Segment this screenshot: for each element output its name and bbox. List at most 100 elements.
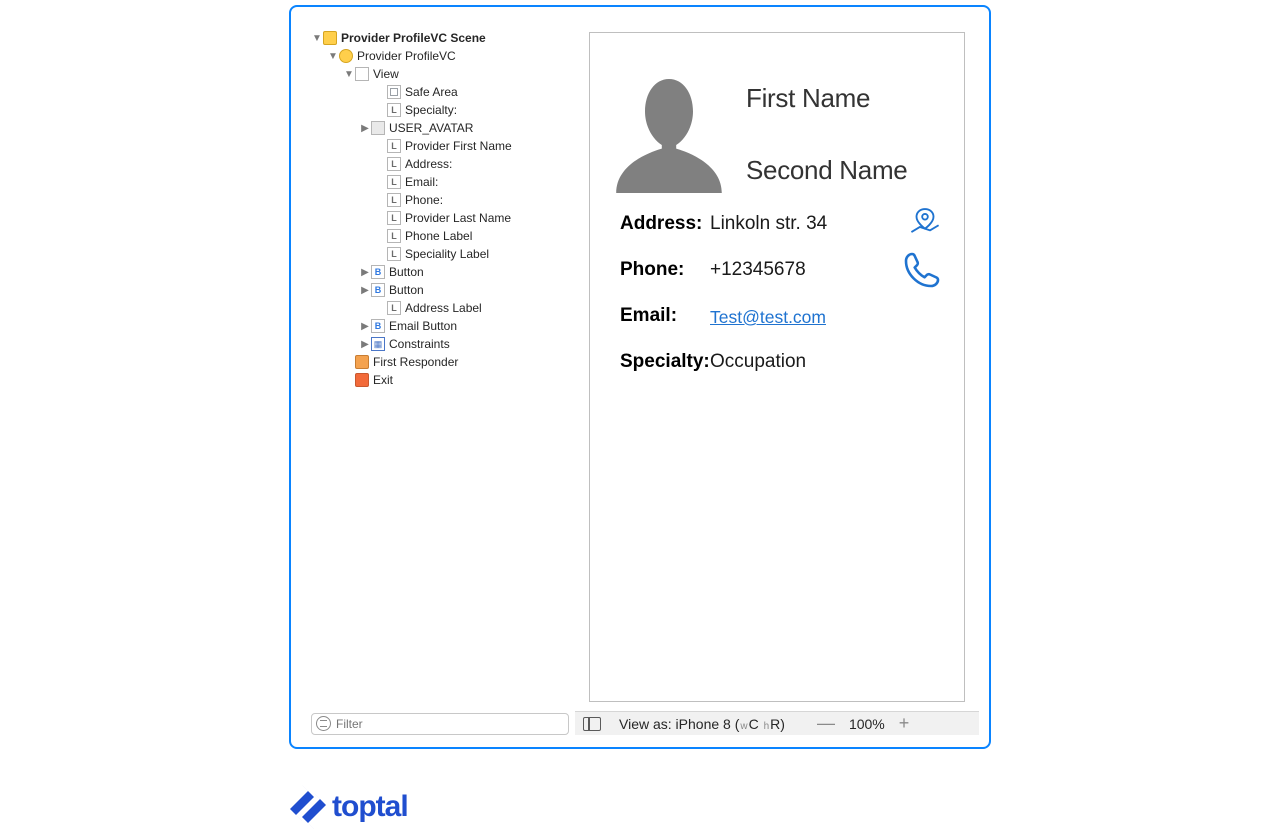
first-name-label: First Name — [746, 83, 870, 114]
outline-label: Button — [389, 265, 424, 279]
disclosure-triangle-icon[interactable]: ▶ — [359, 339, 371, 350]
zoom-in-button[interactable]: + — [885, 713, 924, 734]
ib-canvas-scene[interactable]: First Name Second Name Address: Linkoln … — [589, 32, 965, 702]
outline-item-email[interactable]: L Email: — [311, 173, 573, 191]
document-outline[interactable]: ▼ Provider ProfileVC Scene ▼ Provider Pr… — [311, 29, 573, 707]
uilabel-icon: L — [387, 301, 401, 315]
uilabel-icon: L — [387, 157, 401, 171]
outline-label: Phone Label — [405, 229, 472, 243]
phone-value: +12345678 — [710, 259, 806, 281]
outline-filter-input[interactable] — [311, 713, 569, 735]
canvas-status-bar: View as: iPhone 8 (wC hR) — 100% + — [575, 711, 979, 735]
outline-label: Constraints — [389, 337, 450, 351]
outline-item-first-name[interactable]: L Provider First Name — [311, 137, 573, 155]
outline-item-specialty[interactable]: L Specialty: — [311, 101, 573, 119]
specialty-value: Occupation — [710, 351, 806, 373]
outline-label: View — [373, 67, 399, 81]
uibutton-icon: B — [371, 283, 385, 297]
size-class-c: C — [749, 716, 763, 732]
toptal-wordmark: toptal — [332, 790, 408, 824]
outline-view-row[interactable]: ▼ View — [311, 65, 573, 83]
outline-scene-row[interactable]: ▼ Provider ProfileVC Scene — [311, 29, 573, 47]
outline-label: USER_AVATAR — [389, 121, 473, 135]
address-value: Linkoln str. 34 — [710, 213, 827, 235]
outline-item-last-name[interactable]: L Provider Last Name — [311, 209, 573, 227]
first-responder-icon — [355, 355, 369, 369]
constraints-icon: ▦ — [371, 337, 385, 351]
toptal-mark-icon — [290, 785, 326, 829]
filter-icon — [316, 716, 331, 731]
zoom-out-button[interactable]: — — [803, 713, 849, 734]
avatar-silhouette-icon — [609, 73, 729, 193]
map-pin-icon[interactable] — [908, 206, 942, 236]
uiimageview-icon — [371, 121, 385, 135]
uilabel-icon: L — [387, 193, 401, 207]
outline-item-button-2[interactable]: ▶ B Button — [311, 281, 573, 299]
outline-item-user-avatar[interactable]: ▶ USER_AVATAR — [311, 119, 573, 137]
size-class-r: R) — [770, 716, 785, 732]
outline-label: Provider First Name — [405, 139, 512, 153]
outline-item-address[interactable]: L Address: — [311, 155, 573, 173]
outline-first-responder[interactable]: First Responder — [311, 353, 573, 371]
toptal-logo: toptal — [290, 785, 408, 829]
disclosure-triangle-icon[interactable]: ▶ — [359, 123, 371, 134]
outline-label: Phone: — [405, 193, 443, 207]
uiview-icon — [355, 67, 369, 81]
storyboard-scene-icon — [323, 31, 337, 45]
outline-vc-row[interactable]: ▼ Provider ProfileVC — [311, 47, 573, 65]
view-controller-icon — [339, 49, 353, 63]
uilabel-icon: L — [387, 211, 401, 225]
disclosure-triangle-icon[interactable]: ▼ — [343, 69, 355, 80]
second-name-label: Second Name — [746, 155, 907, 186]
disclosure-triangle-icon[interactable]: ▼ — [311, 33, 323, 44]
outline-label: Provider ProfileVC Scene — [341, 31, 486, 45]
outline-item-speciality-label[interactable]: L Speciality Label — [311, 245, 573, 263]
outline-item-button-1[interactable]: ▶ B Button — [311, 263, 573, 281]
email-caption: Email: — [620, 305, 677, 327]
outline-label: Button — [389, 283, 424, 297]
uilabel-icon: L — [387, 247, 401, 261]
outline-label: Exit — [373, 373, 393, 387]
outline-filter — [311, 713, 569, 735]
toggle-outline-icon[interactable] — [583, 717, 601, 731]
outline-label: Provider ProfileVC — [357, 49, 456, 63]
outline-label: Email Button — [389, 319, 457, 333]
disclosure-triangle-icon[interactable]: ▶ — [359, 267, 371, 278]
address-caption: Address: — [620, 213, 702, 235]
phone-handset-icon[interactable] — [902, 250, 942, 290]
uibutton-icon: B — [371, 319, 385, 333]
outline-label: First Responder — [373, 355, 458, 369]
disclosure-triangle-icon[interactable]: ▼ — [327, 51, 339, 62]
outline-item-address-label[interactable]: L Address Label — [311, 299, 573, 317]
uibutton-icon: B — [371, 265, 385, 279]
outline-label: Email: — [405, 175, 438, 189]
uilabel-icon: L — [387, 139, 401, 153]
specialty-caption: Specialty: — [620, 351, 710, 373]
outline-item-phone-label[interactable]: L Phone Label — [311, 227, 573, 245]
outline-label: Specialty: — [405, 103, 457, 117]
outline-label: Address Label — [405, 301, 482, 315]
outline-label: Provider Last Name — [405, 211, 511, 225]
outline-item-phone[interactable]: L Phone: — [311, 191, 573, 209]
disclosure-triangle-icon[interactable]: ▶ — [359, 321, 371, 332]
outline-item-email-button[interactable]: ▶ B Email Button — [311, 317, 573, 335]
uilabel-icon: L — [387, 229, 401, 243]
outline-exit[interactable]: Exit — [311, 371, 573, 389]
view-as-label[interactable]: View as: iPhone 8 (wC hR) — [619, 716, 785, 732]
uilabel-icon: L — [387, 175, 401, 189]
outline-label: Safe Area — [405, 85, 458, 99]
outline-item-safe-area[interactable]: Safe Area — [311, 83, 573, 101]
outline-item-constraints[interactable]: ▶ ▦ Constraints — [311, 335, 573, 353]
outline-label: Speciality Label — [405, 247, 489, 261]
safe-area-icon — [387, 85, 401, 99]
disclosure-triangle-icon[interactable]: ▶ — [359, 285, 371, 296]
email-value-link[interactable]: Test@test.com — [710, 307, 826, 328]
outline-label: Address: — [405, 157, 452, 171]
view-as-prefix: View as: iPhone 8 ( — [619, 716, 739, 732]
exit-segue-icon — [355, 373, 369, 387]
interface-builder-frame: ▼ Provider ProfileVC Scene ▼ Provider Pr… — [289, 5, 991, 749]
phone-caption: Phone: — [620, 259, 684, 281]
size-class-w: w — [739, 721, 748, 732]
zoom-level: 100% — [849, 716, 885, 732]
uilabel-icon: L — [387, 103, 401, 117]
